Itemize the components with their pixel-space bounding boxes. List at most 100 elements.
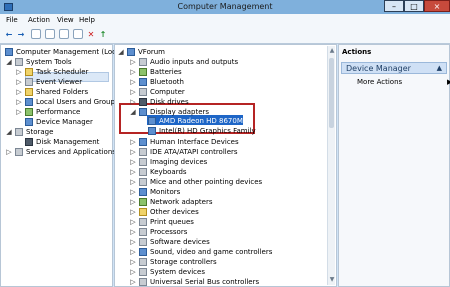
print-queues-label: Print queues xyxy=(150,218,194,226)
device-category-row[interactable]: ▷ Mice and other pointing devices xyxy=(117,177,327,187)
device-tree-scrollbar[interactable]: ▲ ▼ xyxy=(327,46,335,285)
help-icon[interactable] xyxy=(59,29,69,39)
device-category-row[interactable]: ▷ Universal Serial Bus controllers xyxy=(117,277,327,287)
device-category-row[interactable]: ▷ System devices xyxy=(117,267,327,277)
scroll-thumb[interactable] xyxy=(329,58,334,128)
back-button[interactable]: ← xyxy=(4,29,14,39)
device-category-row[interactable]: ▷ Sound, video and game controllers xyxy=(117,247,327,257)
amd-adapter-row[interactable]: AMD Radeon HD 8670M xyxy=(117,116,327,126)
expand-icon[interactable]: ▷ xyxy=(129,57,137,67)
device-manager-row[interactable]: Device Manager xyxy=(3,117,113,127)
expand-icon[interactable]: ▷ xyxy=(129,237,137,247)
more-actions-item[interactable]: More Actions ▶ xyxy=(357,78,450,86)
disk-management-row[interactable]: Disk Management xyxy=(3,137,113,147)
expand-icon[interactable]: ▷ xyxy=(129,137,137,147)
event-viewer-row[interactable]: ▷ Event Viewer xyxy=(3,77,113,87)
services-row[interactable]: ▷ Services and Applications xyxy=(3,147,116,157)
system-tools-row[interactable]: ◢ System Tools xyxy=(3,57,113,67)
expand-icon[interactable]: ▷ xyxy=(15,77,23,87)
collapse-icon[interactable]: ◢ xyxy=(5,127,13,137)
intel-adapter-label: Intel(R) HD Graphics Family xyxy=(159,127,256,135)
event-viewer-label: Event Viewer xyxy=(36,78,83,86)
storage-row[interactable]: ◢ Storage xyxy=(3,127,113,137)
expand-icon[interactable]: ▷ xyxy=(15,97,23,107)
uninstall-icon[interactable]: ✕ xyxy=(86,29,96,39)
device-category-row[interactable]: ▷ Software devices xyxy=(117,237,327,247)
console-tree-pane: Computer Management (Local ◢ System Tool… xyxy=(0,44,122,287)
expand-icon[interactable]: ▷ xyxy=(15,107,23,117)
device-category-row[interactable]: ▷ Human Interface Devices xyxy=(117,137,327,147)
expand-icon[interactable]: ▷ xyxy=(129,197,137,207)
expand-icon[interactable]: ▷ xyxy=(129,207,137,217)
device-category-row[interactable]: ▷ Processors xyxy=(117,227,327,237)
expand-icon[interactable]: ▷ xyxy=(15,67,23,77)
performance-icon xyxy=(25,108,33,116)
expand-icon[interactable]: ▷ xyxy=(129,97,137,107)
task-scheduler-row[interactable]: ▷ Task Scheduler xyxy=(3,67,113,77)
minimize-button[interactable]: – xyxy=(384,0,404,12)
performance-row[interactable]: ▷ Performance xyxy=(3,107,113,117)
performance-label: Performance xyxy=(36,108,81,116)
expand-icon[interactable]: ▷ xyxy=(5,147,13,157)
storage-controllers-label: Storage controllers xyxy=(150,258,217,266)
expand-icon[interactable]: ▷ xyxy=(129,227,137,237)
device-category-row[interactable]: ▷ Print queues xyxy=(117,217,327,227)
menu-file[interactable]: File xyxy=(6,16,18,24)
maximize-button[interactable]: □ xyxy=(404,0,424,12)
menu-help[interactable]: Help xyxy=(79,16,95,24)
tree-root-row[interactable]: Computer Management (Local xyxy=(3,47,122,57)
scan-hardware-icon[interactable] xyxy=(73,29,83,39)
device-category-row[interactable]: ▷ Disk drives xyxy=(117,97,327,107)
console-tree-icon[interactable] xyxy=(31,29,41,39)
intel-adapter-row[interactable]: Intel(R) HD Graphics Family xyxy=(117,126,327,136)
system-devices-icon xyxy=(139,268,147,276)
expand-icon[interactable]: ▷ xyxy=(129,157,137,167)
more-actions-label: More Actions xyxy=(357,78,403,86)
expand-icon[interactable]: ▷ xyxy=(129,77,137,87)
actions-section-header[interactable]: Device Manager ▲ xyxy=(341,62,447,74)
device-category-row[interactable]: ▷ Imaging devices xyxy=(117,157,327,167)
properties-icon[interactable] xyxy=(45,29,55,39)
expand-icon[interactable]: ▷ xyxy=(129,177,137,187)
close-button[interactable]: × xyxy=(424,0,450,12)
device-category-row[interactable]: ▷ Audio inputs and outputs xyxy=(117,57,327,67)
forward-button[interactable]: → xyxy=(16,29,26,39)
bluetooth-icon xyxy=(139,78,147,86)
device-category-row[interactable]: ▷ Computer xyxy=(117,87,327,97)
shared-folders-row[interactable]: ▷ Shared Folders xyxy=(3,87,113,97)
vforum-root-row[interactable]: ◢ VForum xyxy=(117,47,317,57)
device-category-row[interactable]: ▷ IDE ATA/ATAPI controllers xyxy=(117,147,327,157)
expand-icon[interactable]: ▷ xyxy=(129,87,137,97)
system-tools-icon xyxy=(15,58,23,66)
mouse-icon xyxy=(139,178,147,186)
collapse-icon[interactable]: ◢ xyxy=(117,47,125,57)
printer-icon xyxy=(139,218,147,226)
expand-icon[interactable]: ▷ xyxy=(129,217,137,227)
collapse-icon[interactable]: ▲ xyxy=(437,64,442,72)
device-category-row[interactable]: ▷ Bluetooth xyxy=(117,77,327,87)
expand-icon[interactable]: ▷ xyxy=(129,257,137,267)
scroll-down-icon[interactable]: ▼ xyxy=(328,275,336,285)
expand-icon[interactable]: ▷ xyxy=(129,147,137,157)
device-category-row[interactable]: ▷ Monitors xyxy=(117,187,327,197)
expand-icon[interactable]: ▷ xyxy=(129,187,137,197)
expand-icon[interactable]: ▷ xyxy=(15,87,23,97)
menu-action[interactable]: Action xyxy=(28,16,50,24)
enable-device-icon[interactable]: ↑ xyxy=(98,29,108,39)
collapse-icon[interactable]: ◢ xyxy=(5,57,13,67)
batteries-label: Batteries xyxy=(150,68,182,76)
scroll-up-icon[interactable]: ▲ xyxy=(328,46,336,56)
local-users-row[interactable]: ▷ Local Users and Groups xyxy=(3,97,119,107)
device-category-row[interactable]: ▷ Keyboards xyxy=(117,167,327,177)
device-category-row[interactable]: ▷ Batteries xyxy=(117,67,327,77)
expand-icon[interactable]: ▷ xyxy=(129,277,137,287)
expand-icon[interactable]: ▷ xyxy=(129,67,137,77)
expand-icon[interactable]: ▷ xyxy=(129,267,137,277)
menu-view[interactable]: View xyxy=(57,16,74,24)
software-devices-label: Software devices xyxy=(150,238,210,246)
device-category-row[interactable]: ▷ Storage controllers xyxy=(117,257,327,267)
device-category-row[interactable]: ▷ Network adapters xyxy=(117,197,327,207)
device-category-row[interactable]: ▷ Other devices xyxy=(117,207,327,217)
expand-icon[interactable]: ▷ xyxy=(129,247,137,257)
expand-icon[interactable]: ▷ xyxy=(129,167,137,177)
